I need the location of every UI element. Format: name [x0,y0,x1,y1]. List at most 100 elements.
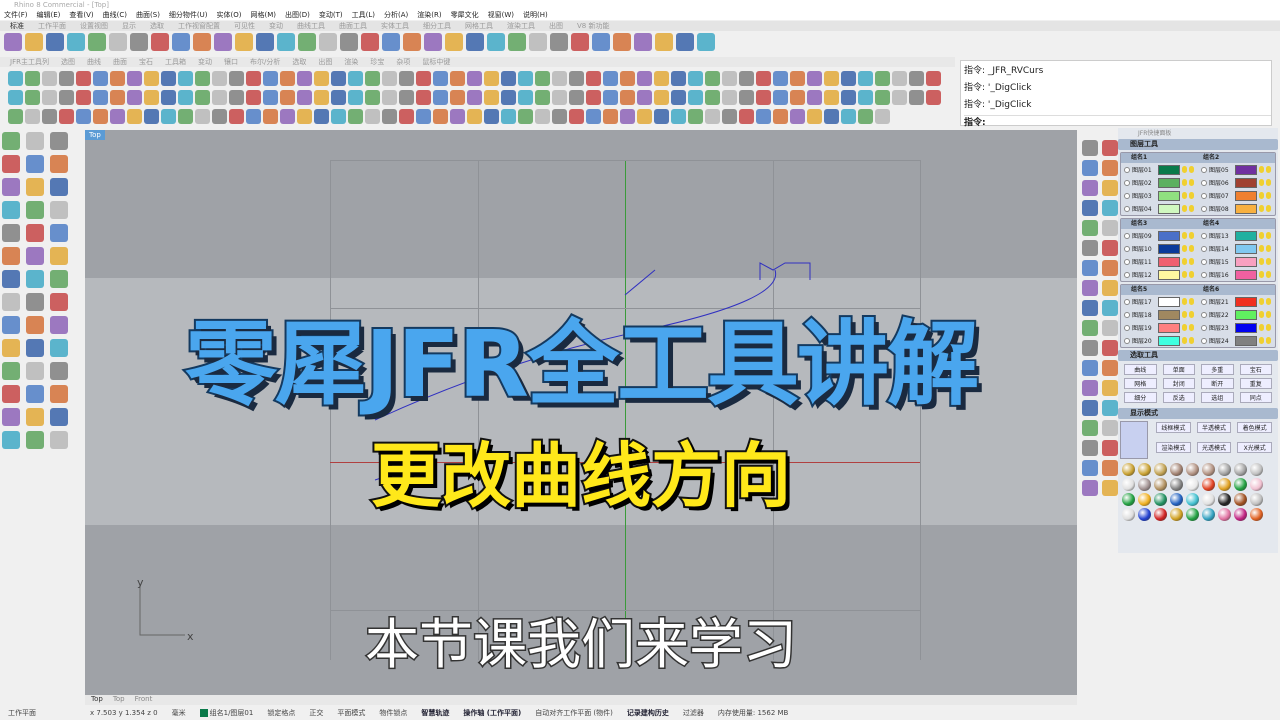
select-button[interactable]: 细分 [1124,392,1157,403]
toolbar-tab[interactable]: 出图 [549,21,563,31]
menu-item[interactable]: 渲染(R) [417,10,441,20]
toolbar-tool-icon[interactable] [25,71,40,86]
toolbar-tool-icon[interactable] [1082,400,1098,416]
toolbar-tool-icon[interactable] [256,33,274,51]
toolbar-tool-icon[interactable] [1082,260,1098,276]
toolbar-tool-icon[interactable] [1082,300,1098,316]
toolbar-tool-icon[interactable] [26,132,44,150]
layer-radio[interactable] [1201,298,1207,305]
lock-icon[interactable] [1189,258,1194,265]
layer-radio[interactable] [1124,232,1130,239]
toolbar-tool-icon[interactable] [42,71,57,86]
layer-radio[interactable] [1201,192,1207,199]
toolbar-tool-icon[interactable] [1082,320,1098,336]
toolbar-tool-icon[interactable] [620,71,635,86]
toolbar-tool-icon[interactable] [552,109,567,124]
toolbar-tool-icon[interactable] [705,90,720,105]
toolbar-tool-icon[interactable] [365,109,380,124]
toolbar-tool-icon[interactable] [518,109,533,124]
layer-radio[interactable] [1201,324,1207,331]
toolbar-tool-icon[interactable] [93,109,108,124]
toolbar-tool-icon[interactable] [2,408,20,426]
material-sphere-icon[interactable] [1122,508,1135,521]
toolbar-tool-icon[interactable] [2,316,20,334]
toolbar-tool-icon[interactable] [277,33,295,51]
toolbar-tool-icon[interactable] [1082,440,1098,456]
toolbar-tool-icon[interactable] [909,71,924,86]
toolbar-tool-icon[interactable] [2,270,20,288]
select-button[interactable]: 断开 [1201,378,1234,389]
menu-item[interactable]: 细分物件(U) [169,10,208,20]
toolbar-tool-icon[interactable] [1102,480,1118,496]
toolbar-tool-icon[interactable] [50,224,68,242]
toolbar-tool-icon[interactable] [2,132,20,150]
toolbar-tool-icon[interactable] [348,90,363,105]
toolbar-tool-icon[interactable] [571,33,589,51]
lock-icon[interactable] [1189,311,1194,318]
layer-color[interactable] [1235,190,1257,201]
layer-item[interactable]: 图层01 [1121,164,1198,175]
toolbar-tool-icon[interactable] [2,362,20,380]
toolbar-tool-icon[interactable] [178,109,193,124]
toolbar-tool-icon[interactable] [620,90,635,105]
toolbar-tab[interactable]: 显示 [122,21,136,31]
layer-radio[interactable] [1124,311,1130,318]
toolbar-tool-icon[interactable] [50,178,68,196]
toolbar-tool-icon[interactable] [569,71,584,86]
toolbar-tool-icon[interactable] [195,90,210,105]
material-sphere-icon[interactable] [1234,463,1247,476]
toolbar-tool-icon[interactable] [178,90,193,105]
toolbar-tool-icon[interactable] [841,71,856,86]
toolbar-tool-icon[interactable] [46,33,64,51]
lock-icon[interactable] [1266,271,1271,278]
toolbar-tool-icon[interactable] [297,109,312,124]
toolbar-tool-icon[interactable] [722,109,737,124]
menu-item[interactable]: 实体(O) [217,10,242,20]
material-sphere-icon[interactable] [1170,493,1183,506]
layer-item[interactable]: 图层02 [1121,177,1198,188]
layer-item[interactable]: 图层05 [1198,164,1275,175]
toolbar-tool-icon[interactable] [722,71,737,86]
toolbar-tab[interactable]: 工作平面 [38,21,66,31]
lock-icon[interactable] [1189,166,1194,173]
toolbar-tool-icon[interactable] [195,109,210,124]
toolbar-tool-icon[interactable] [467,71,482,86]
toolbar-tool-icon[interactable] [110,90,125,105]
toolbar-tool-icon[interactable] [50,270,68,288]
lightbulb-icon[interactable] [1259,258,1264,265]
layer-radio[interactable] [1124,205,1130,212]
toolbar-tool-icon[interactable] [592,33,610,51]
layer-radio[interactable] [1124,337,1130,344]
toolbar-tool-icon[interactable] [212,90,227,105]
toolbar-tool-icon[interactable] [858,71,873,86]
select-tools-header[interactable]: 选取工具 [1118,350,1278,361]
toolbar-tool-icon[interactable] [634,33,652,51]
toolbar-tool-icon[interactable] [246,90,261,105]
lock-icon[interactable] [1266,337,1271,344]
toolbar-tool-icon[interactable] [705,109,720,124]
layer-group-header[interactable]: 组名3 组名4 [1121,219,1275,229]
material-sphere-icon[interactable] [1250,478,1263,491]
layer-color[interactable] [1235,322,1257,333]
toolbar-tool-icon[interactable] [739,109,754,124]
toolbar-tool-icon[interactable] [26,178,44,196]
lightbulb-icon[interactable] [1259,205,1264,212]
select-button[interactable]: 反选 [1162,392,1195,403]
toolbar-tool-icon[interactable] [1082,180,1098,196]
toolbar-tool-icon[interactable] [450,90,465,105]
layer-color[interactable] [1158,230,1180,241]
toolbar-tool-icon[interactable] [807,90,822,105]
status-gumball[interactable]: 操作轴 (工作平面) [463,707,521,720]
toolbar-tool-icon[interactable] [484,90,499,105]
toolbar-tool-icon[interactable] [26,247,44,265]
toolbar-tool-icon[interactable] [399,71,414,86]
toolbar-tool-icon[interactable] [416,90,431,105]
layer-item[interactable]: 图层23 [1198,322,1275,333]
toolbar-tool-icon[interactable] [246,71,261,86]
toolbar-tool-icon[interactable] [1102,200,1118,216]
toolbar-tool-icon[interactable] [144,109,159,124]
toolbar-tab[interactable]: V8 新功能 [577,21,609,31]
toolbar-tool-icon[interactable] [1102,400,1118,416]
layer-radio[interactable] [1201,258,1207,265]
toolbar-tool-icon[interactable] [151,33,169,51]
